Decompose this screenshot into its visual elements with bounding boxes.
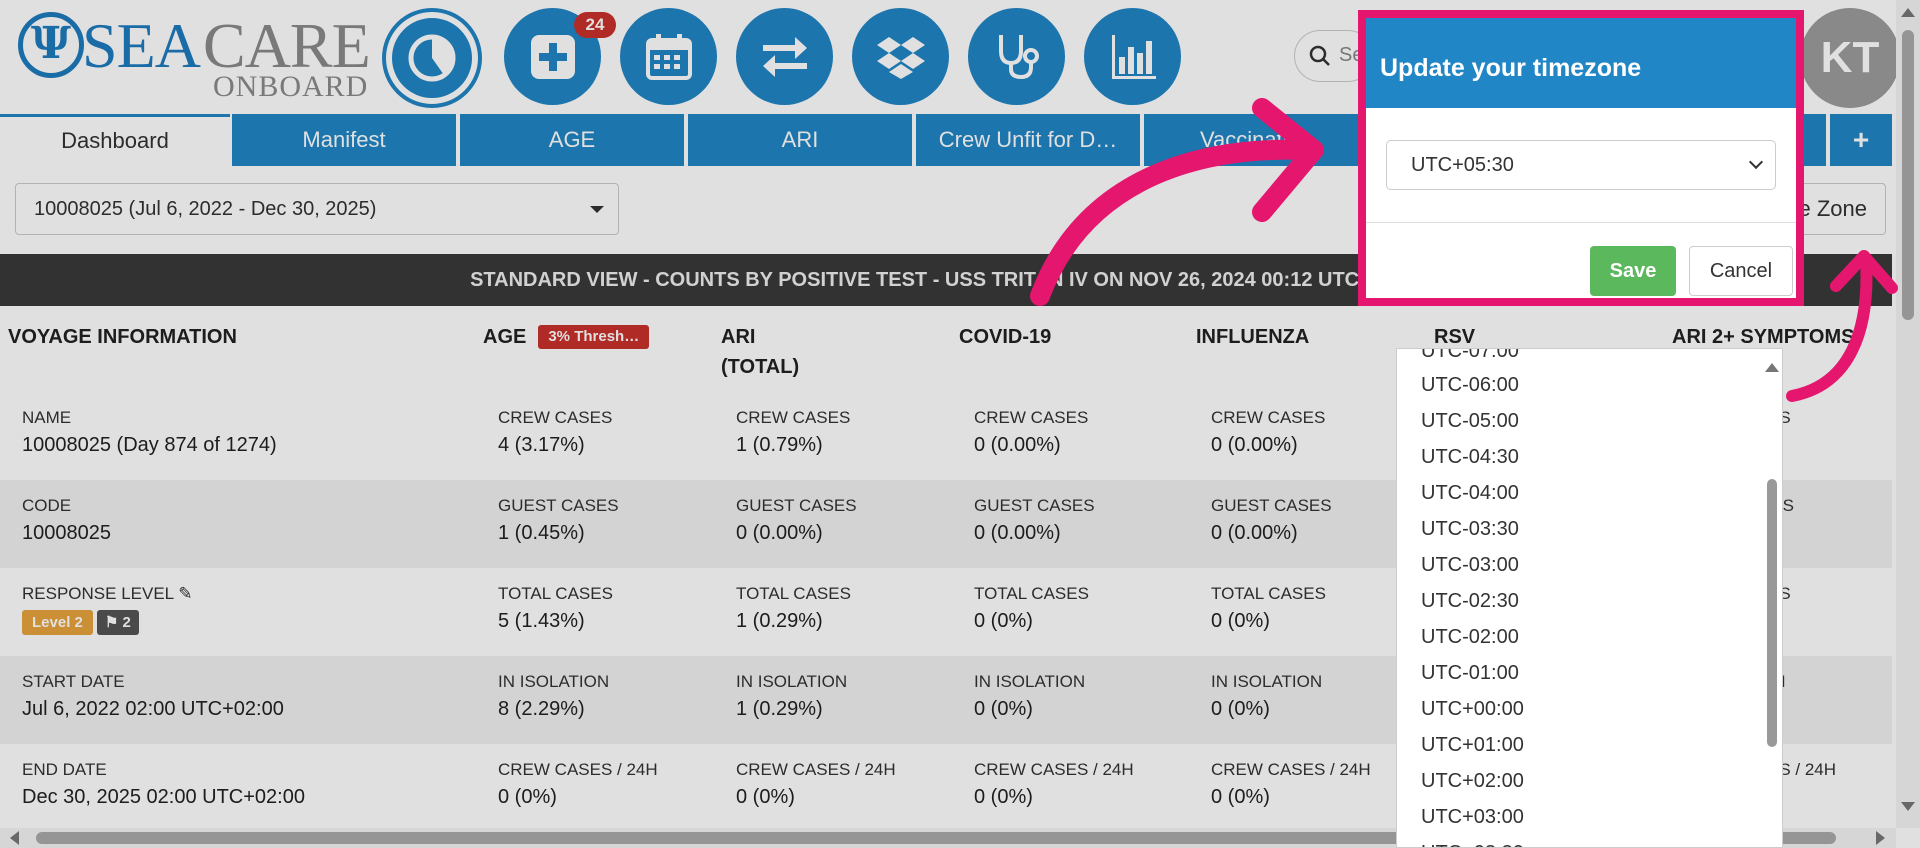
- cancel-button[interactable]: Cancel: [1689, 246, 1793, 296]
- timezone-option[interactable]: UTC-02:00: [1421, 619, 1519, 655]
- timezone-option[interactable]: UTC+02:00: [1421, 763, 1524, 799]
- timezone-option[interactable]: UTC-02:30: [1421, 583, 1519, 619]
- modal-title: Update your timezone: [1366, 18, 1796, 108]
- modal-divider: [1366, 222, 1796, 223]
- timezone-option[interactable]: UTC+03:00: [1421, 799, 1524, 835]
- timezone-option[interactable]: UTC+03:30: [1421, 835, 1524, 847]
- timezone-option[interactable]: UTC+00:00: [1421, 691, 1524, 727]
- timezone-options-list[interactable]: UTC-07:00 UTC-06:00 UTC-05:00 UTC-04:30 …: [1396, 348, 1783, 848]
- timezone-option[interactable]: UTC+01:00: [1421, 727, 1524, 763]
- chevron-down-icon: [1748, 154, 1764, 170]
- timezone-option[interactable]: UTC-04:00: [1421, 475, 1519, 511]
- timezone-select-value: UTC+05:30: [1411, 154, 1514, 176]
- timezone-modal: Update your timezone UTC+05:30 Save Canc…: [1358, 10, 1804, 306]
- scroll-up-icon[interactable]: [1765, 363, 1779, 372]
- scroll-thumb[interactable]: [1767, 479, 1777, 747]
- timezone-option[interactable]: UTC-07:00: [1421, 349, 1519, 369]
- timezone-option[interactable]: UTC-04:30: [1421, 439, 1519, 475]
- timezone-option[interactable]: UTC-03:30: [1421, 511, 1519, 547]
- timezone-option[interactable]: UTC-03:00: [1421, 547, 1519, 583]
- timezone-option[interactable]: UTC-01:00: [1421, 655, 1519, 691]
- timezone-option[interactable]: UTC-05:00: [1421, 403, 1519, 439]
- timezone-select[interactable]: UTC+05:30: [1386, 140, 1776, 190]
- save-button[interactable]: Save: [1590, 246, 1676, 296]
- options-scrollbar[interactable]: [1765, 349, 1782, 847]
- timezone-option[interactable]: UTC-06:00: [1421, 367, 1519, 403]
